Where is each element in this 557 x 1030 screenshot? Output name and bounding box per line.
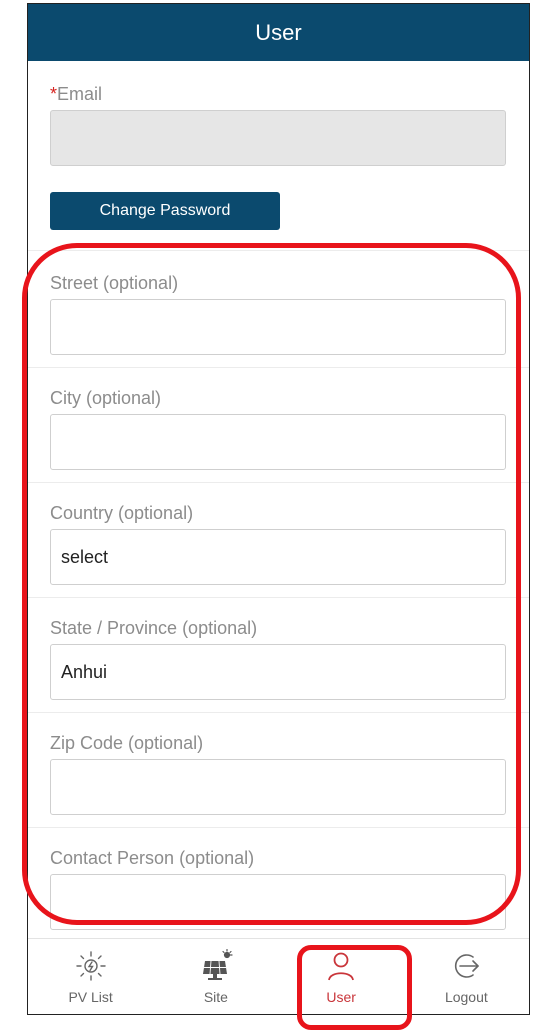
country-select[interactable]: select bbox=[50, 529, 506, 585]
user-form: *Email Change Password Street (optional)… bbox=[28, 61, 529, 939]
email-label: *Email bbox=[50, 84, 103, 104]
logout-icon bbox=[455, 954, 480, 978]
street-label: Street (optional) bbox=[50, 273, 179, 293]
tab-label: Logout bbox=[444, 989, 488, 1005]
divider bbox=[28, 482, 529, 483]
divider bbox=[28, 712, 529, 713]
pv-list-icon bbox=[75, 951, 106, 981]
country-label: Country (optional) bbox=[50, 503, 194, 523]
state-label: State / Province (optional) bbox=[50, 618, 258, 638]
tab-site[interactable]: Site bbox=[153, 939, 278, 1014]
page-title: User bbox=[255, 19, 302, 45]
divider bbox=[28, 250, 529, 251]
solar-panel-icon bbox=[202, 949, 233, 980]
tab-pv-list[interactable]: PV List bbox=[28, 939, 153, 1014]
change-password-button[interactable]: Change Password bbox=[50, 192, 280, 230]
phone-screen: User *Email Change Password Street (opti… bbox=[27, 3, 530, 1015]
required-mark: * bbox=[50, 84, 58, 104]
tab-label: Site bbox=[203, 989, 228, 1005]
user-icon bbox=[328, 952, 355, 981]
page-header: User bbox=[28, 4, 529, 61]
street-field[interactable] bbox=[50, 299, 506, 355]
tab-label: User bbox=[326, 989, 356, 1005]
city-label: City (optional) bbox=[50, 388, 162, 408]
zip-field[interactable] bbox=[50, 759, 506, 815]
tab-user[interactable]: User bbox=[279, 939, 404, 1014]
divider bbox=[28, 367, 529, 368]
bottom-tab-bar: PV List Site User Logout bbox=[28, 938, 529, 1014]
divider bbox=[28, 827, 529, 828]
email-field[interactable] bbox=[50, 110, 506, 166]
state-select[interactable]: Anhui bbox=[50, 644, 506, 700]
divider bbox=[28, 597, 529, 598]
contact-label: Contact Person (optional) bbox=[50, 848, 255, 868]
tab-logout[interactable]: Logout bbox=[404, 939, 529, 1014]
city-field[interactable] bbox=[50, 414, 506, 470]
tab-label: PV List bbox=[68, 989, 113, 1005]
zip-label: Zip Code (optional) bbox=[50, 733, 204, 753]
contact-field[interactable] bbox=[50, 874, 506, 930]
